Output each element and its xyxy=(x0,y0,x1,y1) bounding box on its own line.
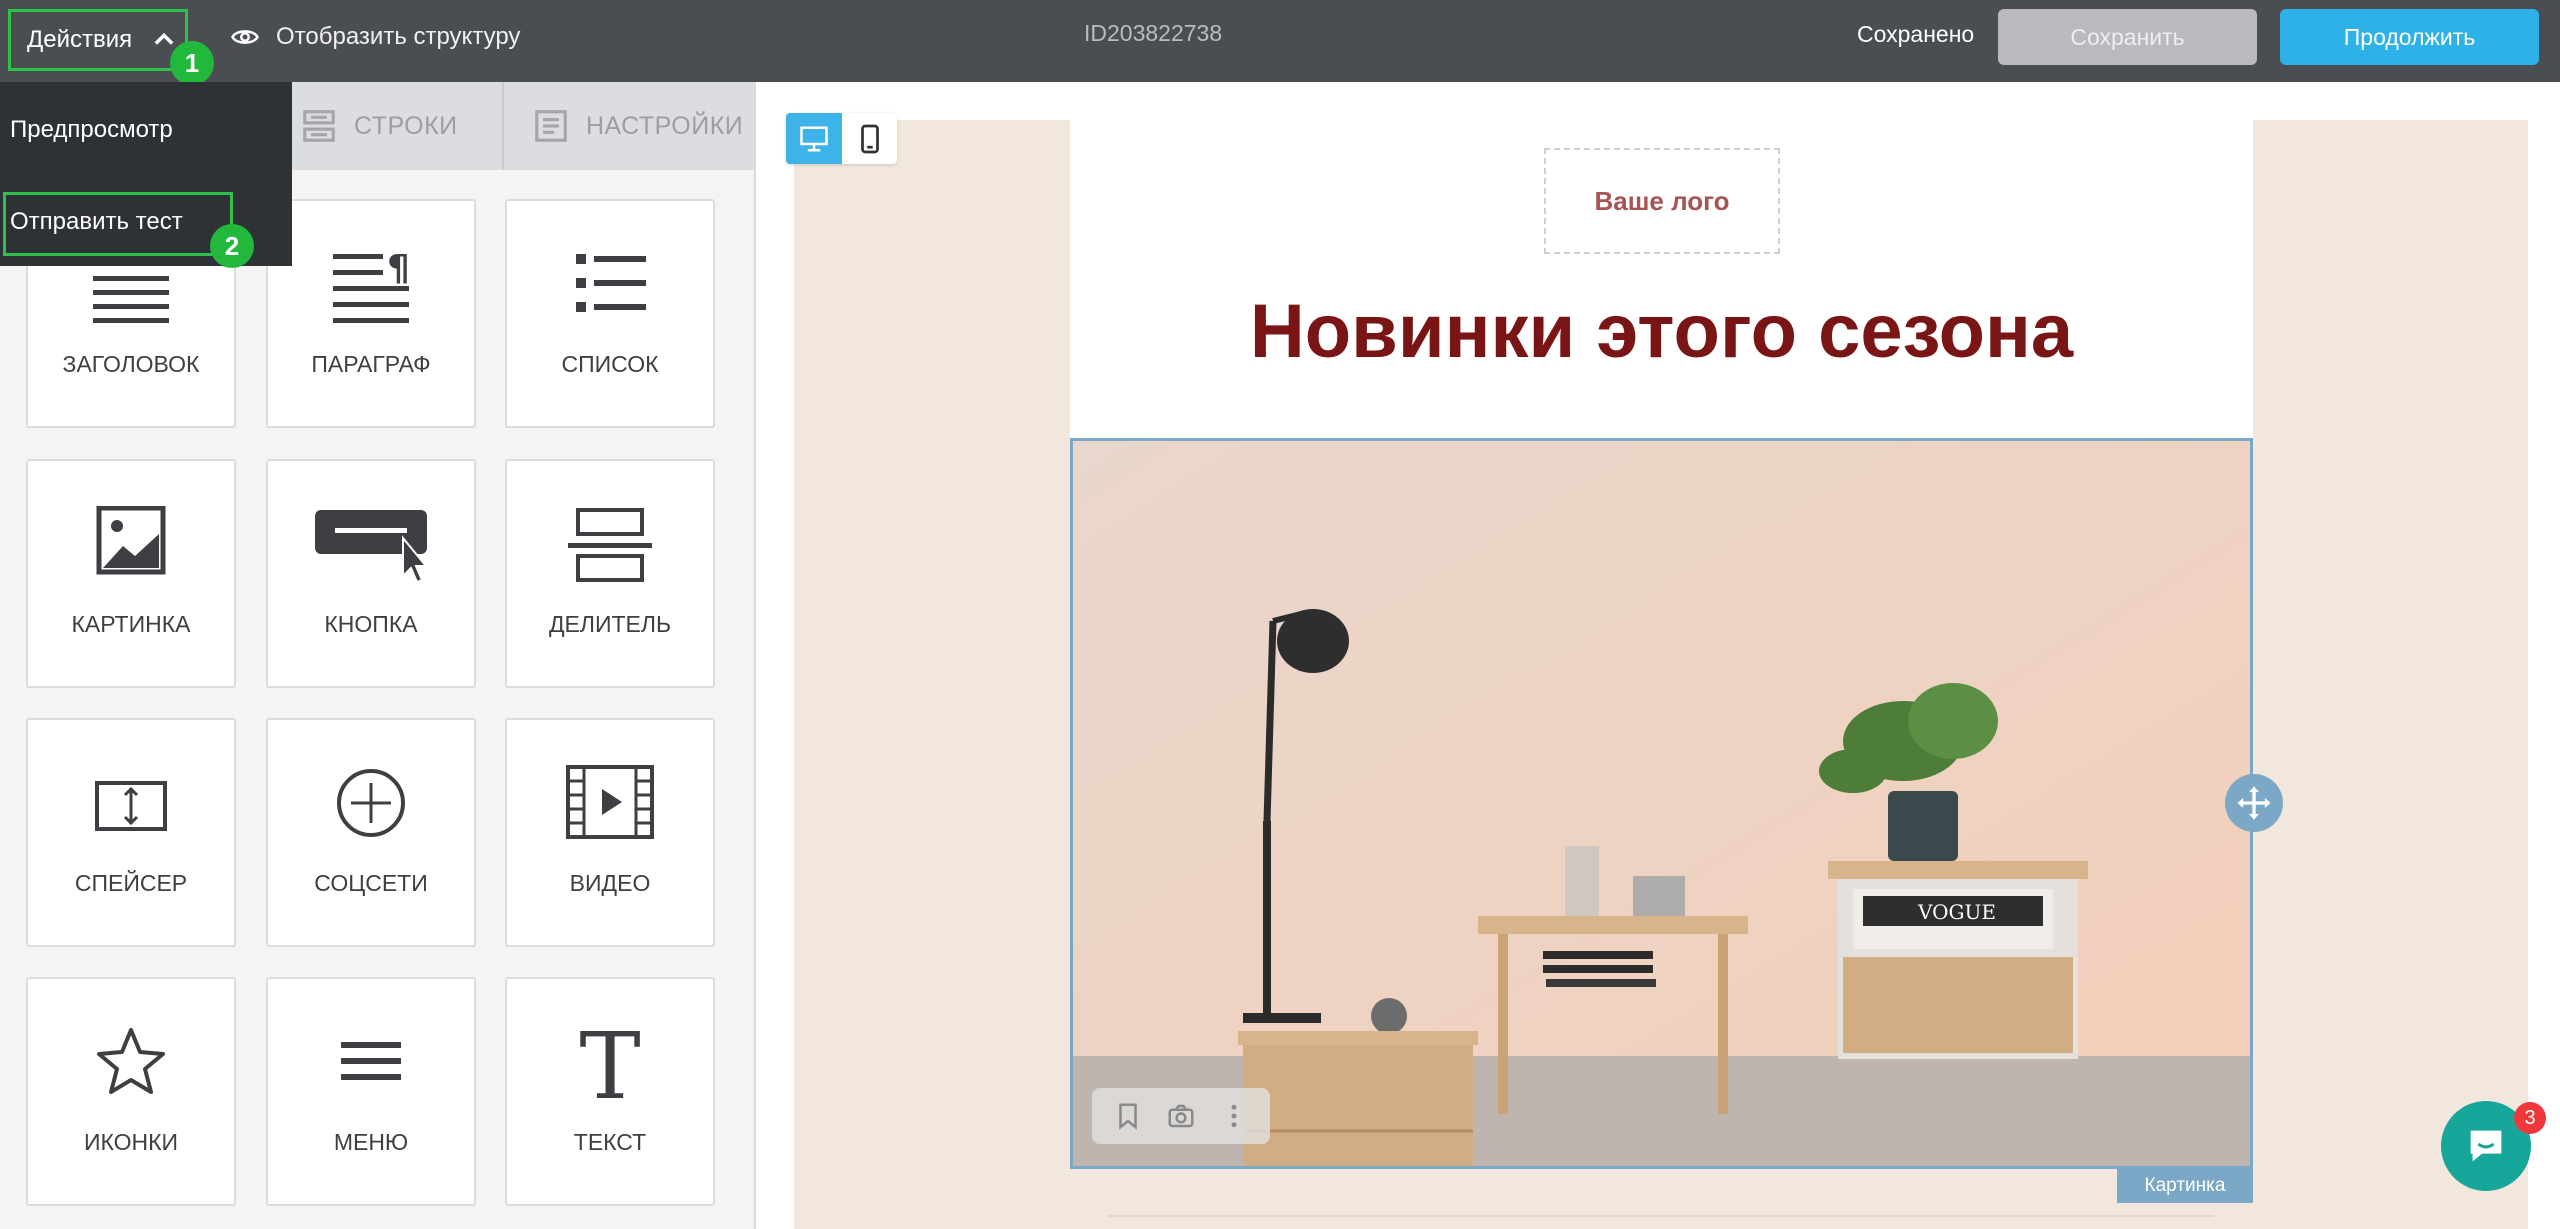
divider-icon xyxy=(568,508,652,582)
tab-divider xyxy=(502,82,504,170)
desktop-view-button[interactable] xyxy=(786,113,842,164)
svg-text:T: T xyxy=(579,1024,640,1104)
save-button[interactable]: Сохранить xyxy=(1998,9,2257,65)
more-vertical-icon[interactable] xyxy=(1219,1101,1249,1131)
device-toggle xyxy=(786,113,897,164)
image-toolbar xyxy=(1092,1088,1270,1144)
tab-rows[interactable]: СТРОКИ xyxy=(300,82,458,170)
chat-unread-badge: 3 xyxy=(2514,1102,2546,1134)
show-structure-label: Отобразить структуру xyxy=(276,23,521,50)
settings-icon xyxy=(535,110,567,142)
menu-item-send-test[interactable]: Отправить тест xyxy=(10,208,183,236)
tab-settings-label: НАСТРОЙКИ xyxy=(586,111,744,140)
block-video[interactable]: ВИДЕО xyxy=(505,718,715,947)
block-label: ЗАГОЛОВОК xyxy=(62,351,200,377)
block-label: КАРТИНКА xyxy=(71,611,191,637)
list-icon xyxy=(576,254,646,312)
document-id: ID203822738 xyxy=(1084,20,1223,46)
block-button[interactable]: КНОПКА xyxy=(266,459,476,688)
block-menu[interactable]: МЕНЮ xyxy=(266,977,476,1206)
camera-icon[interactable] xyxy=(1166,1101,1196,1131)
mobile-icon xyxy=(860,124,879,153)
block-label: ТЕКСТ xyxy=(573,1129,647,1155)
top-bar: Действия 1 Отобразить структуру ID203822… xyxy=(0,0,2560,85)
block-image[interactable]: КАРТИНКА xyxy=(26,459,236,688)
block-icons[interactable]: ИКОНКИ xyxy=(26,977,236,1206)
button-icon xyxy=(315,510,429,584)
continue-button[interactable]: Продолжить xyxy=(2280,9,2539,65)
block-list[interactable]: СПИСОК xyxy=(505,199,715,428)
block-label: СОЦСЕТИ xyxy=(314,870,428,896)
block-label: МЕНЮ xyxy=(333,1129,409,1155)
next-row[interactable] xyxy=(1108,1215,2214,1229)
image-block[interactable]: VOGUE xyxy=(1070,438,2253,1169)
block-label: СПИСОК xyxy=(561,351,659,377)
move-handle[interactable] xyxy=(2225,774,2283,832)
show-structure-toggle[interactable]: Отобразить структуру xyxy=(230,14,520,60)
block-label: СПЕЙСЕР xyxy=(74,870,188,896)
image-icon xyxy=(96,506,166,575)
mobile-view-button[interactable] xyxy=(842,113,897,164)
star-icon xyxy=(97,1028,165,1094)
text-icon: T xyxy=(579,1024,640,1104)
logo-placeholder[interactable]: Ваше лого xyxy=(1544,148,1780,254)
tab-settings[interactable]: НАСТРОЙКИ xyxy=(532,82,743,170)
step-badge-2: 2 xyxy=(210,224,254,268)
magazine-title: VOGUE xyxy=(1917,900,1996,924)
social-icon xyxy=(337,769,405,837)
actions-menu-button[interactable]: Действия xyxy=(8,9,188,71)
menu-item-preview[interactable]: Предпросмотр xyxy=(10,116,173,144)
menu-icon xyxy=(341,1042,401,1080)
desktop-icon xyxy=(800,126,828,151)
paragraph-icon: ¶ xyxy=(333,248,410,323)
chat-icon xyxy=(2470,1130,2502,1162)
image-block-tag: Картинка xyxy=(2117,1169,2253,1203)
spacer-icon xyxy=(95,781,167,831)
block-text[interactable]: T ТЕКСТ xyxy=(505,977,715,1206)
block-label: ИКОНКИ xyxy=(83,1129,179,1155)
block-label: ПАРАГРАФ xyxy=(311,351,431,377)
block-paragraph[interactable]: ¶ ПАРАГРАФ xyxy=(266,199,476,428)
move-arrows-icon xyxy=(2237,786,2271,820)
block-divider[interactable]: ДЕЛИТЕЛЬ xyxy=(505,459,715,688)
rows-icon xyxy=(303,110,335,142)
step-badge-1: 1 xyxy=(170,41,214,85)
email-headline[interactable]: Новинки этого сезона xyxy=(1070,288,2253,375)
block-label: ДЕЛИТЕЛЬ xyxy=(548,611,672,637)
block-label: ВИДЕО xyxy=(569,870,651,896)
video-icon xyxy=(566,765,654,839)
eye-icon xyxy=(231,30,259,44)
bookmark-icon[interactable] xyxy=(1113,1101,1143,1131)
block-social[interactable]: СОЦСЕТИ xyxy=(266,718,476,947)
tab-rows-label: СТРОКИ xyxy=(354,111,458,140)
save-status: Сохранено xyxy=(1857,21,1975,47)
furniture-photo: VOGUE xyxy=(1073,441,2250,1166)
actions-menu-label: Действия xyxy=(27,26,133,53)
block-spacer[interactable]: СПЕЙСЕР xyxy=(26,718,236,947)
block-label: КНОПКА xyxy=(324,611,418,637)
svg-text:¶: ¶ xyxy=(387,248,410,289)
